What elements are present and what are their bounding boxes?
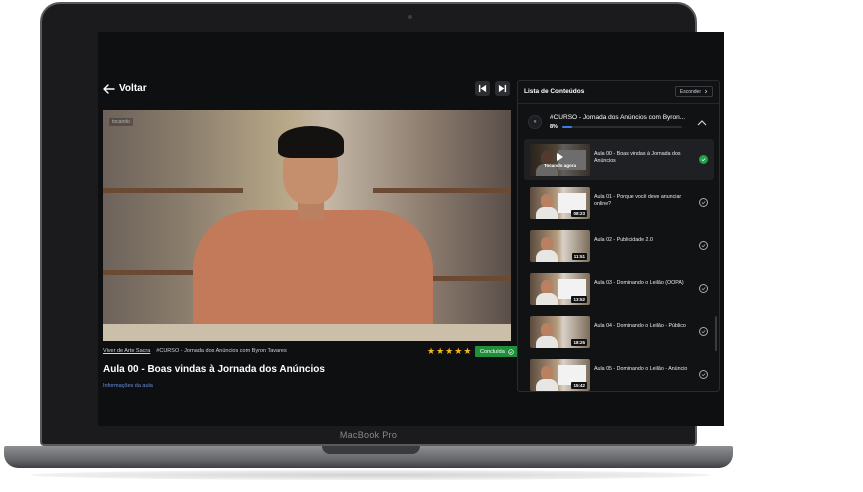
- laptop-brand-label: MacBook Pro: [339, 430, 398, 440]
- course-progress-percent: 8%: [550, 124, 558, 130]
- back-button[interactable]: Voltar: [103, 83, 147, 94]
- webcam-icon: [408, 15, 412, 19]
- sidebar-scrollbar[interactable]: [715, 316, 717, 351]
- lesson-duration: 13:52: [571, 296, 587, 303]
- presenter-body: [193, 210, 433, 341]
- skip-next-icon: [498, 84, 507, 93]
- breadcrumb-school-link[interactable]: Viver de Arte Sacra: [103, 348, 150, 354]
- star-icon[interactable]: ★: [436, 347, 444, 356]
- lesson-item[interactable]: 11:51 Aula 02 - Publicidade 2.0: [524, 225, 714, 266]
- lesson-title: Aula 00 - Boas vindas à Jornada dos Anún…: [103, 364, 325, 375]
- lesson-item-title: Aula 02 - Publicidade 2.0: [594, 237, 653, 243]
- shelf: [103, 188, 243, 193]
- lesson-item[interactable]: Tocando agora Aula 00 - Boas vindas à Jo…: [524, 139, 714, 180]
- arrow-left-icon: [103, 83, 115, 94]
- breadcrumb-course[interactable]: #CURSO - Jornada dos Anúncios com Byron …: [156, 348, 286, 354]
- lesson-status-icon[interactable]: [699, 155, 708, 164]
- lesson-info-link[interactable]: Informações da aula: [103, 383, 153, 389]
- course-progress-bar: [562, 126, 682, 128]
- lesson-item-title: Aula 00 - Boas vindas à Jornada dos Anún…: [594, 151, 681, 164]
- lesson-duration: 08:23: [571, 210, 587, 217]
- desk: [103, 324, 511, 341]
- next-lesson-button[interactable]: [495, 81, 510, 96]
- lesson-status-icon[interactable]: [699, 284, 708, 293]
- lesson-item[interactable]: 15:42 Aula 05 - Dominando o Leilão - Anú…: [524, 354, 714, 391]
- check-circle-icon: [508, 348, 514, 355]
- completed-label: Concluída: [480, 348, 505, 355]
- laptop-shadow: [30, 470, 710, 480]
- play-icon: [557, 152, 563, 161]
- lesson-item-title: Aula 05 - Dominando o Leilão - Anúncio: [594, 366, 688, 372]
- course-progress-fill: [562, 126, 572, 128]
- previous-lesson-button[interactable]: [475, 81, 490, 96]
- content-sidebar: Lista de Conteúdos Esconder ● #CURSO - J…: [517, 80, 720, 392]
- laptop-notch: [322, 446, 420, 454]
- laptop-base: [4, 446, 733, 468]
- star-icon[interactable]: ★: [463, 347, 471, 356]
- lesson-thumbnail: 15:42: [530, 359, 590, 391]
- lesson-duration: 18:25: [571, 339, 587, 346]
- lesson-thumbnail: 13:52: [530, 273, 590, 305]
- lesson-item-title: Aula 04 - Dominando o Leilão - Público: [594, 323, 686, 329]
- hide-sidebar-label: Esconder: [679, 88, 701, 95]
- screen: Voltar tocando Viver de Arte Sacra #CURS…: [98, 32, 724, 426]
- lesson-list: Tocando agora Aula 00 - Boas vindas à Jo…: [524, 139, 714, 391]
- now-playing-overlay: Tocando agora: [530, 144, 590, 176]
- lesson-thumbnail: 18:25: [530, 316, 590, 348]
- star-icon[interactable]: ★: [445, 347, 453, 356]
- breadcrumb: Viver de Arte Sacra #CURSO - Jornada dos…: [103, 348, 287, 354]
- laptop-lid: Voltar tocando Viver de Arte Sacra #CURS…: [40, 2, 724, 446]
- hide-sidebar-button[interactable]: Esconder: [674, 86, 713, 97]
- video-watermark: tocando: [109, 118, 133, 126]
- presenter-hair: [278, 126, 344, 158]
- player-topbar: Voltar: [98, 80, 510, 102]
- now-playing-label: Tocando agora: [544, 162, 576, 168]
- shelf: [373, 188, 511, 193]
- sidebar-divider: [518, 103, 719, 104]
- lesson-duration: 11:51: [571, 253, 587, 260]
- back-label: Voltar: [119, 83, 147, 94]
- lesson-thumbnail: Tocando agora: [530, 144, 590, 176]
- sidebar-title: Lista de Conteúdos: [524, 88, 585, 95]
- star-icon[interactable]: ★: [427, 347, 435, 356]
- lesson-status-icon[interactable]: [699, 241, 708, 250]
- lesson-status-icon[interactable]: [699, 198, 708, 207]
- completed-button[interactable]: Concluída: [475, 346, 519, 357]
- chevron-right-icon: [704, 89, 708, 94]
- lesson-status-icon[interactable]: [699, 370, 708, 379]
- lesson-duration: 15:42: [571, 382, 587, 389]
- lesson-item[interactable]: 13:52 Aula 03 - Dominando o Leilão (OOPA…: [524, 268, 714, 309]
- lesson-thumbnail: 11:51: [530, 230, 590, 262]
- lesson-status-icon[interactable]: [699, 327, 708, 336]
- lesson-item[interactable]: 08:23 Aula 01 - Porque você deve anuncia…: [524, 182, 714, 223]
- chevron-up-icon[interactable]: [697, 119, 707, 127]
- lesson-thumbnail: 08:23: [530, 187, 590, 219]
- skip-previous-icon: [478, 84, 487, 93]
- lesson-item[interactable]: 18:25 Aula 04 - Dominando o Leilão - Púb…: [524, 311, 714, 352]
- course-title[interactable]: #CURSO - Jornada dos Anúncios com Byron.…: [550, 114, 685, 121]
- star-icon[interactable]: ★: [454, 347, 462, 356]
- lesson-item-title: Aula 03 - Dominando o Leilão (OOPA): [594, 280, 684, 286]
- course-icon: ●: [528, 115, 542, 129]
- rating-stars: ★ ★ ★ ★ ★: [427, 347, 471, 356]
- video-player[interactable]: tocando: [103, 110, 511, 341]
- lesson-item-title: Aula 01 - Porque você deve anunciar onli…: [594, 194, 682, 207]
